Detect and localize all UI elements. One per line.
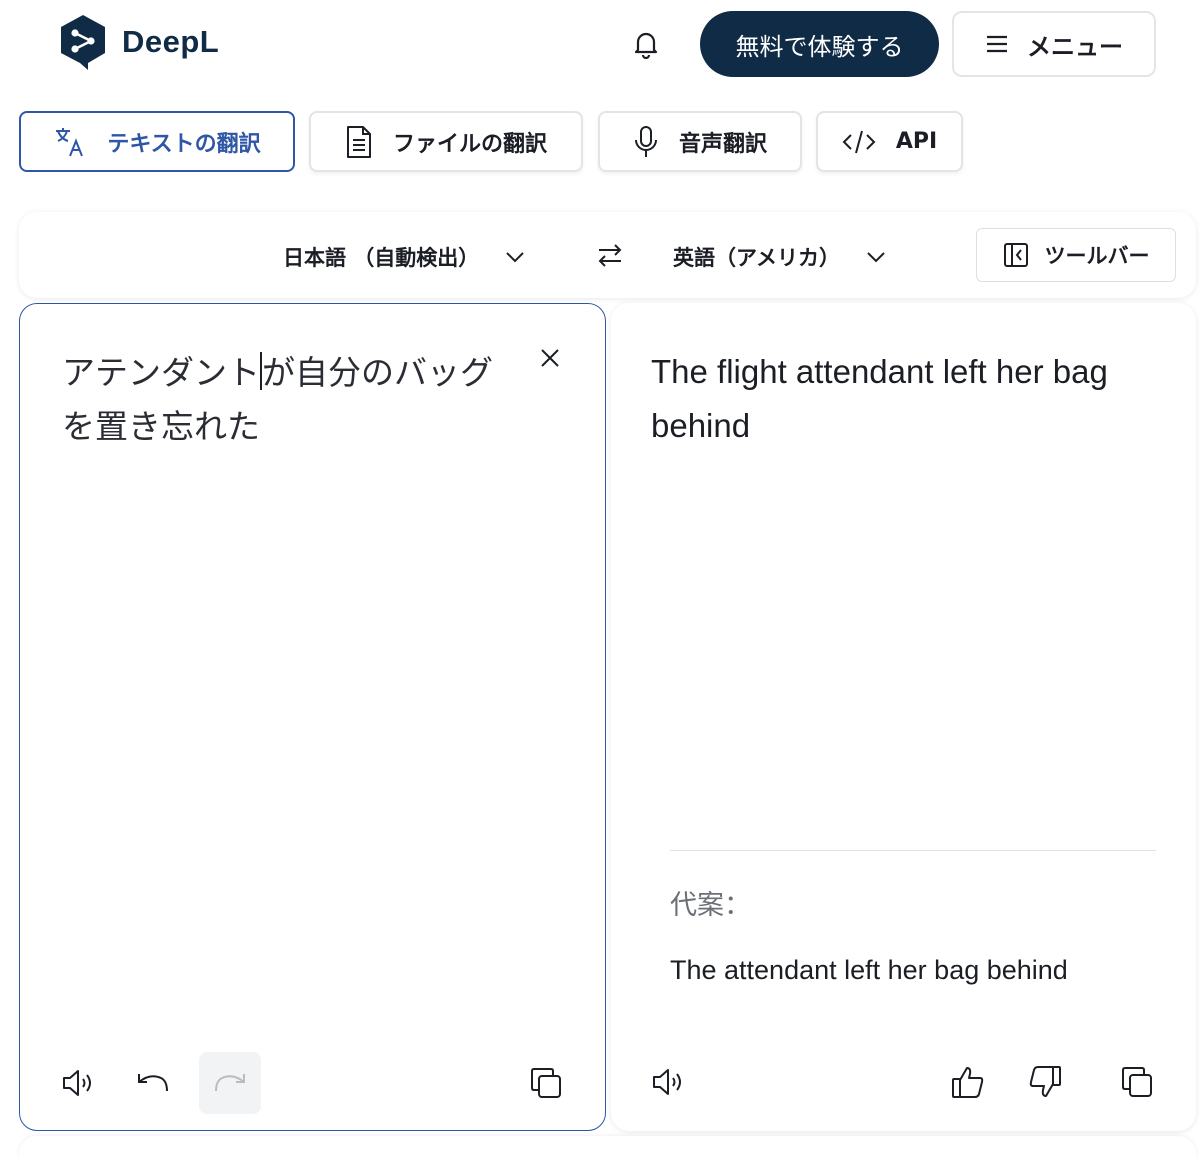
logo-text: DeepL [122,24,220,59]
clear-text-icon[interactable] [536,344,564,372]
source-language-selector[interactable]: 日本語 （自動検出） [283,242,525,272]
sidebar-toggle-icon [1003,243,1028,267]
menu-label: メニュー [1027,32,1123,61]
target-copy-button[interactable] [1106,1051,1168,1113]
notification-bell-icon[interactable] [628,26,664,62]
undo-icon [138,1074,168,1092]
undo-button[interactable] [122,1052,184,1114]
free-trial-button[interactable]: 無料で体験する [700,11,939,77]
menu-button[interactable]: メニュー [952,11,1156,77]
code-icon [842,130,876,153]
target-language-label: 英語（アメリカ） [673,246,840,270]
toolbar-button[interactable]: ツールバー [976,228,1176,282]
thumbs-up-button[interactable] [937,1051,999,1113]
tab-file-translation[interactable]: ファイルの翻訳 [309,111,583,172]
toolbar-label: ツールバー [1044,244,1150,268]
microphone-icon [634,125,657,157]
alternatives-divider [670,850,1156,851]
target-listen-button[interactable] [638,1051,700,1113]
redo-icon [215,1074,245,1092]
document-icon [346,125,371,158]
source-text-before-caret: アテンダント [62,353,260,392]
target-language-selector[interactable]: 英語（アメリカ） [673,242,886,272]
source-language-label: 日本語 （自動検出） [283,246,480,270]
copy-icon [531,1068,561,1098]
alternative-translation[interactable]: The attendant left her bag behind [670,955,1068,986]
source-text-panel: アテンダントが自分のバッグを置き忘れた [19,303,606,1131]
source-listen-button[interactable] [48,1052,110,1114]
deepl-logo-icon [61,15,105,70]
tab-voice-translation[interactable]: 音声翻訳 [598,111,802,172]
speaker-icon [63,1070,91,1096]
tab-label: API [895,129,938,154]
deepl-logo[interactable]: DeepL [58,13,219,71]
next-section-edge [19,1136,1196,1158]
target-text-panel: The flight attendant left her bag behind… [611,303,1196,1131]
thumbs-down-icon [1029,1066,1061,1097]
copy-icon [1122,1067,1152,1097]
thumbs-up-icon [952,1067,984,1098]
tab-label: テキストの翻訳 [107,131,261,157]
alternatives-label: 代案： [670,890,751,921]
tab-api[interactable]: API [816,111,963,172]
speaker-icon [653,1069,681,1095]
chevron-down-icon [506,252,525,263]
swap-languages-icon[interactable] [595,240,625,270]
thumbs-down-button[interactable] [1014,1051,1076,1113]
tab-label: ファイルの翻訳 [392,131,547,157]
language-bar: 日本語 （自動検出） 英語（アメリカ） ツールバー [19,212,1196,298]
hamburger-icon [987,35,1007,53]
chevron-down-icon [867,252,885,263]
tab-label: 音声翻訳 [678,131,767,157]
translate-icon [56,127,84,156]
redo-button[interactable] [199,1052,261,1114]
translation-output[interactable]: The flight attendant left her bag behind [651,345,1121,453]
source-copy-button[interactable] [515,1052,577,1114]
tab-text-translation[interactable]: テキストの翻訳 [19,111,295,172]
source-text-input[interactable]: アテンダントが自分のバッグを置き忘れた [62,346,502,454]
